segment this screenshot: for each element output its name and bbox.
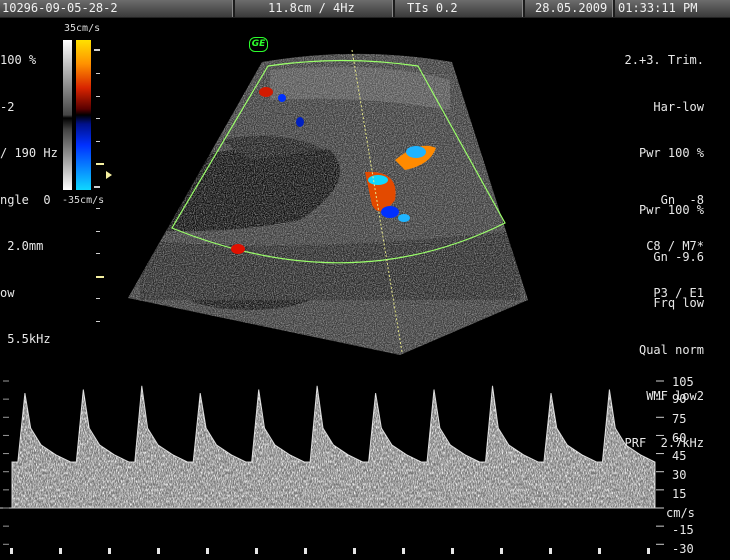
velocity-label: 60 [672,431,687,445]
time-tick [402,548,405,554]
left-parameters: 100 % -2 / 190 Hz ngle 0 2.0mm ow 5.5kHz [0,22,58,363]
time-scale [10,548,650,554]
velocity-label: -15 [672,523,694,537]
depth-tick [96,73,100,74]
depth-tick [96,163,104,165]
velocity-unit: cm/s [666,506,695,520]
depth-tick [96,95,100,97]
depth-tick [96,298,100,299]
depth-tick [96,230,100,232]
right-param-line: 2.+3. Trim. [624,53,704,67]
time-tick [647,548,650,554]
depth-tick [96,118,100,119]
time-tick [59,548,62,554]
color-scale-bar [76,40,91,190]
left-param-line: 100 % [0,53,37,67]
velocity-scale [656,380,664,545]
left-param-line: ow [0,285,15,300]
depth-tick [96,275,104,278]
ge-logo: GE [249,37,268,52]
left-param-line: 2.0mm [0,239,44,253]
depth-tick [96,320,100,322]
velocity-label: 30 [672,468,687,482]
depth-tick [96,253,100,254]
right-param-line: Pwr 100 % [638,146,704,160]
left-param-line: / 190 Hz [0,146,58,160]
spectral-doppler [0,380,664,554]
velocity-label: -30 [672,542,694,556]
right-param-line: Pwr 100 % [638,203,704,217]
time-tick [10,548,13,554]
right-param-line: Har-low [653,99,704,114]
time-tick [206,548,209,554]
velocity-label: 75 [672,412,687,426]
depth-tick [96,140,100,142]
time-tick [255,548,258,554]
left-param-line: ngle 0 [0,192,51,207]
left-param-line: -2 [0,99,15,114]
time-tick [157,548,160,554]
velocity-label: 15 [672,487,687,501]
ultrasound-image [128,49,528,355]
time-tick [598,548,601,554]
velocity-label: 45 [672,449,687,463]
time-tick [108,548,111,554]
velocity-label: 90 [672,392,687,406]
grayscale-bar [63,40,72,190]
right-param-line: Frq low [653,296,704,310]
depth-tick [96,208,100,209]
time-tick [353,548,356,554]
colorbar-bottom-label: -35cm/s [62,195,105,206]
left-param-line: 5.5kHz [0,332,51,346]
right-param-line: Gn -9.6 [653,249,704,264]
time-tick [304,548,307,554]
doppler-spectrum [11,385,656,509]
velocity-label: 105 [672,375,694,389]
depth-tick [96,185,100,187]
time-tick [451,548,454,554]
baseline-marker-icon[interactable] [106,171,112,179]
left-tick-marks [3,380,9,545]
time-tick [549,548,552,554]
colorbar-tick [94,49,100,51]
right-param-line: Qual norm [638,342,704,357]
time-tick [500,548,503,554]
sector-tissue [128,53,528,355]
colorbar-top-label: 35cm/s [64,23,101,34]
